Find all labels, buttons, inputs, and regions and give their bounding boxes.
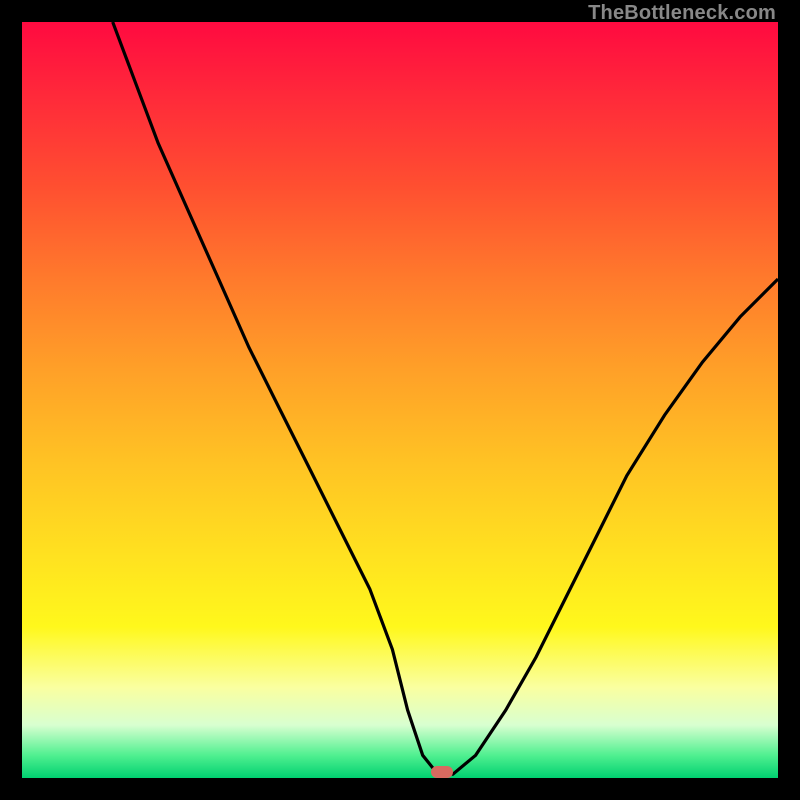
curve-path	[113, 22, 778, 774]
optimal-point-marker	[431, 766, 453, 778]
chart-frame: TheBottleneck.com	[0, 0, 800, 800]
bottleneck-curve	[22, 22, 778, 778]
plot-area	[22, 22, 778, 778]
